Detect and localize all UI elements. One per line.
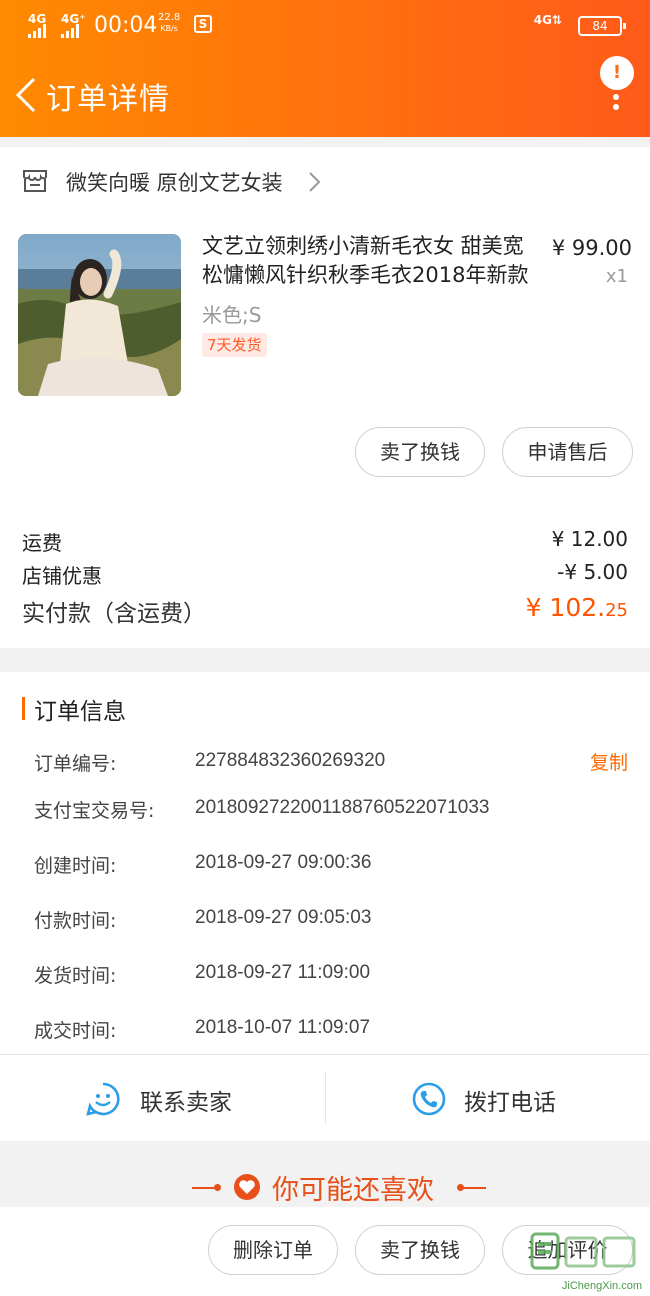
order-info-title: 订单信息 bbox=[34, 699, 126, 725]
more-dot-icon bbox=[613, 104, 619, 110]
amount-paid-decimal: 25 bbox=[605, 600, 628, 621]
decor-dot bbox=[214, 1184, 221, 1191]
copy-order-number-button[interactable]: 复制 bbox=[590, 748, 628, 775]
sell-for-cash-button[interactable]: 卖了换钱 bbox=[355, 427, 485, 477]
paid-time-value: 2018-09-27 09:05:03 bbox=[195, 907, 372, 928]
amount-paid-integer: ¥ 102. bbox=[525, 593, 606, 622]
back-button[interactable] bbox=[12, 75, 42, 115]
amount-paid-label: 实付款（含运费） bbox=[22, 601, 206, 627]
store-discount-label: 店铺优惠 bbox=[22, 564, 102, 588]
shipped-time-label: 发货时间: bbox=[34, 965, 117, 987]
recommend-banner: 你可能还喜欢 bbox=[0, 1141, 650, 1207]
app-header: 4G 4G⁺ 00:04 22.8 KB/s S 4G⇅ 84 订单详情 ! bbox=[0, 0, 650, 137]
shipping-fee-value: ¥ 12.00 bbox=[551, 527, 628, 551]
product-quantity: x1 bbox=[605, 266, 628, 287]
divider bbox=[0, 137, 650, 147]
net-speed-value: 22.8 bbox=[158, 12, 181, 23]
app-notification-icon: S bbox=[194, 15, 212, 33]
more-menu-button[interactable]: ! bbox=[600, 56, 634, 110]
completed-time-label: 成交时间: bbox=[34, 1020, 117, 1042]
net-speed-unit: KB/s bbox=[160, 24, 178, 33]
chevron-left-icon bbox=[15, 77, 36, 113]
created-time-label: 创建时间: bbox=[34, 855, 117, 877]
product-price: ¥ 99.00 bbox=[551, 236, 632, 260]
net-speed: 22.8 KB/s bbox=[158, 12, 180, 34]
product-image[interactable] bbox=[18, 234, 181, 396]
delete-order-button[interactable]: 删除订单 bbox=[208, 1225, 338, 1275]
sell-for-cash-button-bottom[interactable]: 卖了换钱 bbox=[355, 1225, 485, 1275]
apply-after-sale-button[interactable]: 申请售后 bbox=[502, 427, 633, 477]
order-number-value: 227884832360269320 bbox=[195, 750, 386, 771]
store-icon bbox=[23, 170, 47, 192]
order-number-label: 订单编号: bbox=[34, 753, 117, 775]
product-sku: 米色;S bbox=[202, 303, 262, 327]
status-time: 00:04 bbox=[94, 13, 158, 38]
signal-1-icon bbox=[28, 24, 50, 38]
page-title: 订单详情 bbox=[46, 82, 170, 117]
created-time-value: 2018-09-27 09:00:36 bbox=[195, 852, 372, 873]
chevron-right-icon bbox=[309, 172, 321, 192]
shipping-fee-label: 运费 bbox=[22, 531, 62, 555]
message-badge: ! bbox=[600, 56, 634, 90]
completed-time-value: 2018-10-07 11:09:07 bbox=[195, 1017, 371, 1038]
alipay-trade-number-value: 2018092722001188760522071033 bbox=[195, 797, 490, 818]
phone-icon bbox=[412, 1082, 446, 1116]
contact-seller-label: 联系卖家 bbox=[140, 1090, 232, 1116]
status-bar: 4G 4G⁺ 00:04 22.8 KB/s S 4G⇅ 84 bbox=[28, 10, 626, 40]
recommend-title: 你可能还喜欢 bbox=[272, 1175, 434, 1206]
more-dot-icon bbox=[613, 94, 619, 100]
call-phone-label: 拨打电话 bbox=[464, 1090, 556, 1116]
store-name: 微笑向暖 原创文艺女装 bbox=[66, 171, 283, 195]
network-indicator: 4G⇅ bbox=[533, 13, 562, 27]
alipay-trade-number-label: 支付宝交易号: bbox=[34, 800, 155, 822]
battery-icon: 84 bbox=[578, 16, 626, 36]
store-row[interactable]: 微笑向暖 原创文艺女装 bbox=[0, 147, 650, 217]
shipping-tag-badge: 7天发货 bbox=[202, 333, 267, 357]
decor-line bbox=[460, 1187, 486, 1189]
signal-2-icon bbox=[61, 24, 83, 38]
store-discount-value: -¥ 5.00 bbox=[557, 560, 628, 584]
watermark-graphic bbox=[530, 1232, 636, 1270]
divider bbox=[0, 648, 650, 672]
contact-seller-button[interactable]: 联系卖家 bbox=[0, 1055, 325, 1141]
amount-paid-value: ¥ 102.25 bbox=[526, 593, 628, 622]
shipped-time-value: 2018-09-27 11:09:00 bbox=[195, 962, 371, 983]
chat-smile-icon bbox=[86, 1082, 120, 1116]
call-phone-button[interactable]: 拨打电话 bbox=[325, 1055, 650, 1141]
product-title[interactable]: 文艺立领刺绣小清新毛衣女 甜美宽松慵懒风针织秋季毛衣2018年新款 bbox=[202, 232, 542, 290]
section-accent-bar bbox=[22, 697, 25, 720]
paid-time-label: 付款时间: bbox=[34, 910, 117, 932]
product-photo bbox=[18, 234, 181, 396]
heart-icon bbox=[234, 1174, 260, 1200]
watermark-site: JiChengXin.com bbox=[561, 1280, 642, 1292]
